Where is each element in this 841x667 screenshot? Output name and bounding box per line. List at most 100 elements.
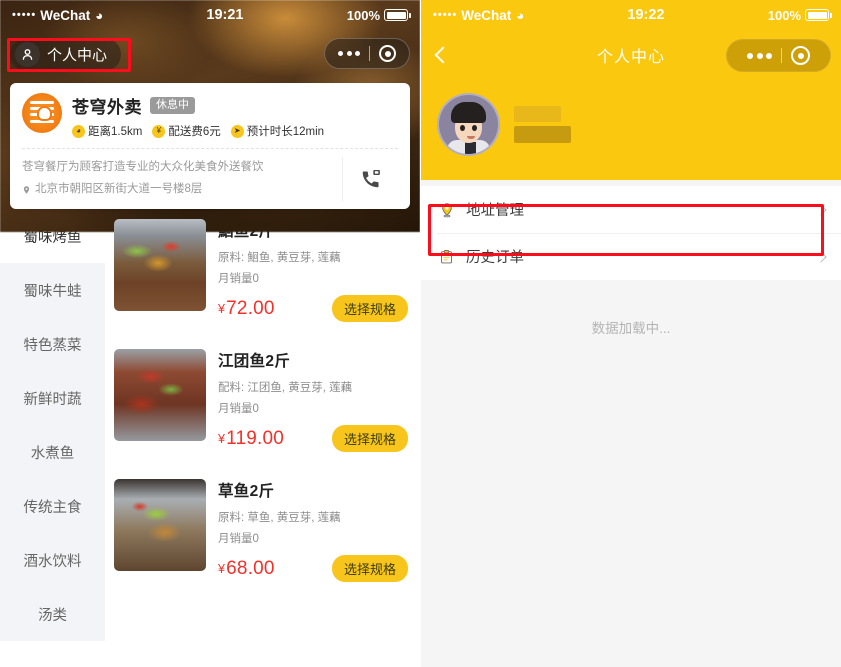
shop-description-block: 苍穹餐厅为顾客打造专业的大众化美食外送餐饮 北京市朝阳区新街大道一号楼8层 (22, 157, 342, 201)
shop-description: 苍穹餐厅为顾客打造专业的大众化美食外送餐饮 (22, 161, 264, 174)
shop-status-badge: 休息中 (150, 96, 195, 115)
sidebar-item-tanglei[interactable]: 汤类 (0, 587, 105, 641)
profile-center-button[interactable]: 个人中心 (10, 37, 122, 71)
category-label: 特色蒸菜 (23, 337, 82, 354)
target-circle-icon[interactable] (379, 45, 396, 62)
currency-symbol: ¥ (218, 431, 226, 446)
status-bar-right: ••••• WeChat ◕ 19:22 100% (421, 0, 841, 30)
select-spec-button[interactable]: 选择规格 (331, 555, 408, 582)
user-profile-block[interactable] (421, 80, 841, 180)
category-label: 酒水饮料 (23, 553, 82, 570)
status-bar-left-group: ••••• WeChat ◕ (12, 8, 103, 23)
shop-name: 苍穹外卖 (72, 98, 142, 117)
dish-price: ¥68.00 (218, 558, 275, 580)
sidebar-item-jiushui-yinliao[interactable]: 酒水饮料 (0, 533, 105, 587)
shop-address-row: 北京市朝阳区新街大道一号楼8层 (22, 179, 342, 201)
battery-percent-label: 100% (346, 7, 380, 23)
right-phone-screen: ••••• WeChat ◕ 19:22 100% 个人中心 地址管理 历史订单… (420, 0, 841, 667)
avatar-hair (451, 102, 486, 123)
shop-name-row: 苍穹外卖 休息中 (72, 93, 398, 118)
user-icon (15, 41, 40, 67)
sidebar-item-chuantong-zhushi[interactable]: 传统主食 (0, 479, 105, 533)
fact-delivery-fee-label: 配送费6元 (168, 126, 221, 138)
nav-bar-right: 个人中心 (421, 30, 841, 80)
dish-item[interactable]: 江团鱼2斤 配料: 江团鱼, 黄豆芽, 莲藕 月销量0 ¥119.00 选择规格 (114, 339, 420, 469)
dish-photo-caoyu (114, 479, 206, 571)
wifi-icon: ◕ (516, 7, 525, 23)
fact-delivery-fee: ¥ 配送费6元 (152, 123, 221, 139)
fact-distance: ◕ 距离1.5km (72, 123, 142, 139)
capsule-divider (369, 46, 370, 61)
shop-facts-row: ◕ 距离1.5km ¥ 配送费6元 ➤ 预计时长12min (72, 123, 398, 139)
menu-row-address-management[interactable]: 地址管理 (421, 186, 841, 233)
carrier-label: WeChat (40, 7, 91, 23)
menu-row-order-history[interactable]: 历史订单 (421, 233, 841, 280)
shop-info-card: 苍穹外卖 休息中 ◕ 距离1.5km ¥ 配送费6元 ➤ 预计时长12min 苍… (10, 83, 410, 209)
dish-info: 鮰鱼2斤 原料: 鮰鱼, 黄豆芽, 莲藕 月销量0 ¥72.00 选择规格 (218, 219, 408, 329)
battery-percent-label: 100% (767, 7, 801, 23)
dish-name: 草鱼2斤 (218, 483, 275, 500)
profile-menu-list: 地址管理 历史订单 (421, 186, 841, 280)
dish-monthly-sales: 月销量0 (218, 273, 259, 285)
dish-bottom-row: ¥119.00 选择规格 (218, 425, 408, 452)
category-label: 新鲜时蔬 (23, 391, 82, 408)
shop-bottom-row: 苍穹餐厅为顾客打造专业的大众化美食外送餐饮 北京市朝阳区新街大道一号楼8层 (22, 157, 398, 201)
clock-icon: ◕ (72, 124, 85, 138)
chevron-right-icon (815, 250, 827, 263)
dish-info: 草鱼2斤 原料: 草鱼, 黄豆芽, 莲藕 月销量0 ¥68.00 选择规格 (218, 479, 408, 589)
category-sidebar[interactable]: 蜀味烤鱼 蜀味牛蛙 特色蒸菜 新鲜时蔬 水煮鱼 传统主食 酒水饮料 汤类 (0, 209, 105, 641)
money-icon: ¥ (152, 124, 166, 138)
status-bar-right-group: 100% (767, 7, 832, 23)
profile-header: ••••• WeChat ◕ 19:22 100% 个人中心 (421, 0, 841, 180)
location-pin-icon (437, 201, 456, 219)
username-redacted (514, 106, 571, 143)
location-pin-icon (23, 186, 30, 194)
more-dots-icon[interactable] (747, 52, 781, 59)
dish-monthly-sales: 月销量0 (218, 533, 259, 545)
sidebar-item-shuwei-niuwa[interactable]: 蜀味牛蛙 (0, 263, 105, 317)
menu-row-label: 地址管理 (466, 203, 524, 219)
left-phone-screen: ••••• WeChat ◕ 19:21 100% 个人中心 苍穹外卖 休息中 … (0, 0, 420, 667)
phone-call-icon (362, 170, 380, 188)
dish-price: ¥119.00 (218, 428, 284, 450)
status-bar-right-group: 100% (346, 7, 411, 23)
wifi-icon: ◕ (95, 7, 104, 23)
menu-row-label: 历史订单 (466, 250, 524, 266)
status-bar-left: ••••• WeChat ◕ 19:21 100% (0, 0, 420, 30)
fact-eta-label: 预计时长12min (246, 126, 325, 138)
signal-dots-icon: ••••• (12, 8, 37, 21)
target-circle-icon[interactable] (791, 46, 810, 65)
more-dots-icon[interactable] (338, 51, 369, 56)
select-spec-button[interactable]: 选择规格 (331, 295, 408, 322)
capsule-divider (781, 48, 782, 63)
chevron-right-icon (815, 203, 827, 216)
wechat-capsule-left[interactable] (324, 38, 410, 69)
fact-distance-label: 距离1.5km (88, 126, 143, 138)
dish-ingredients: 配料: 江团鱼, 黄豆芽, 莲藕 (218, 382, 353, 394)
dish-list: 鮰鱼2斤 原料: 鮰鱼, 黄豆芽, 莲藕 月销量0 ¥72.00 选择规格 江团… (105, 209, 420, 641)
dish-ingredients: 原料: 草鱼, 黄豆芽, 莲藕 (218, 512, 341, 524)
sidebar-item-tese-zhengcai[interactable]: 特色蒸菜 (0, 317, 105, 371)
select-spec-button[interactable]: 选择规格 (331, 425, 408, 452)
sidebar-item-xinxian-shishu[interactable]: 新鲜时蔬 (0, 371, 105, 425)
wechat-capsule-right[interactable] (726, 39, 831, 72)
category-label: 蜀味牛蛙 (23, 283, 82, 300)
sidebar-item-shuizhuyu[interactable]: 水煮鱼 (0, 425, 105, 479)
dish-price: ¥72.00 (218, 298, 275, 320)
battery-icon (384, 9, 411, 21)
dish-name: 江团鱼2斤 (218, 353, 291, 370)
username-redaction-line-1 (514, 106, 561, 122)
dish-ingredients: 原料: 鮰鱼, 黄豆芽, 莲藕 (218, 252, 341, 264)
category-label: 传统主食 (23, 499, 82, 516)
shop-call-button[interactable] (342, 157, 398, 201)
avatar-collar (465, 142, 476, 154)
shop-card-divider (22, 148, 398, 149)
dish-item[interactable]: 草鱼2斤 原料: 草鱼, 黄豆芽, 莲藕 月销量0 ¥68.00 选择规格 (114, 469, 420, 599)
currency-symbol: ¥ (218, 561, 226, 576)
dish-price-value: 72.00 (226, 297, 275, 319)
user-avatar[interactable] (437, 93, 500, 156)
dish-photo-guiyu (114, 219, 206, 311)
shop-meta: 苍穹外卖 休息中 ◕ 距离1.5km ¥ 配送费6元 ➤ 预计时长12min (72, 93, 398, 139)
dish-bottom-row: ¥72.00 选择规格 (218, 295, 408, 322)
dish-price-value: 119.00 (226, 427, 285, 449)
